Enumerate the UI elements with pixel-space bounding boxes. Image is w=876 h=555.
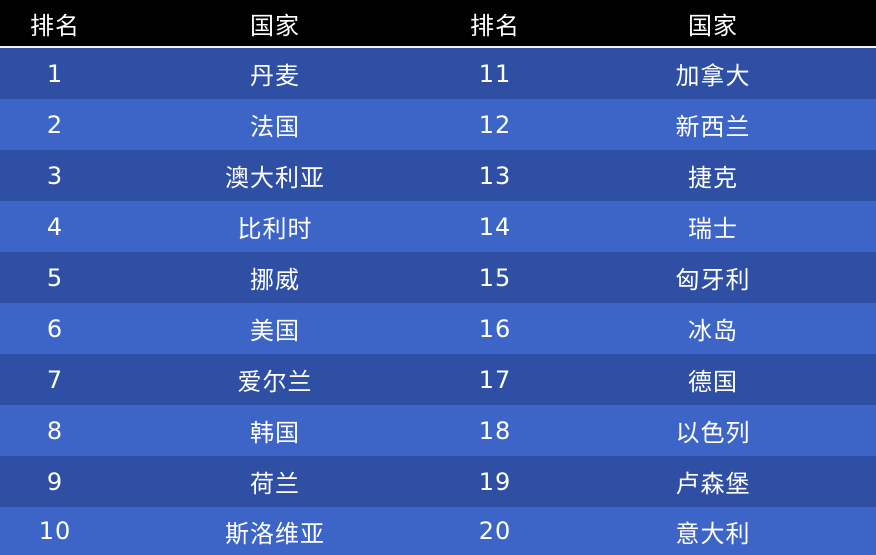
rank-left: 8 bbox=[46, 416, 64, 445]
rank-left: 2 bbox=[46, 110, 64, 139]
header-country-left: 国家 bbox=[250, 11, 300, 40]
table-row: 5 挪威 15 匈牙利 bbox=[0, 252, 876, 303]
country-right: 德国 bbox=[688, 368, 738, 396]
rank-left: 3 bbox=[46, 161, 64, 190]
table-row: 1 丹麦 11 加拿大 bbox=[0, 48, 876, 99]
rank-right: 18 bbox=[478, 416, 512, 445]
country-left: 法国 bbox=[250, 113, 300, 141]
country-right: 以色列 bbox=[675, 419, 751, 447]
country-left: 挪威 bbox=[250, 266, 300, 294]
country-right: 卢森堡 bbox=[675, 470, 751, 498]
country-right: 瑞士 bbox=[688, 215, 738, 243]
rank-left: 9 bbox=[46, 467, 64, 496]
table-row: 10 斯洛维亚 20 意大利 bbox=[0, 507, 876, 555]
table-row: 2 法国 12 新西兰 bbox=[0, 99, 876, 150]
ranking-table: 排名 国家 排名 国家 1 丹麦 11 加拿大 2 法国 12 新西兰 3 澳大… bbox=[0, 0, 876, 555]
rank-left: 6 bbox=[46, 314, 64, 343]
table-row: 9 荷兰 19 卢森堡 bbox=[0, 456, 876, 507]
table-row: 4 比利时 14 瑞士 bbox=[0, 201, 876, 252]
rank-right: 16 bbox=[478, 314, 512, 343]
table-header: 排名 国家 排名 国家 bbox=[0, 0, 876, 48]
rank-right: 14 bbox=[478, 212, 512, 241]
country-right: 匈牙利 bbox=[675, 266, 751, 294]
header-country-right: 国家 bbox=[688, 11, 738, 40]
table-row: 7 爱尔兰 17 德国 bbox=[0, 354, 876, 405]
rank-right: 13 bbox=[478, 161, 512, 190]
country-left: 斯洛维亚 bbox=[225, 519, 325, 548]
country-left: 比利时 bbox=[237, 215, 313, 243]
rank-right: 19 bbox=[478, 467, 512, 496]
country-right: 意大利 bbox=[675, 519, 751, 548]
table-row: 6 美国 16 冰岛 bbox=[0, 303, 876, 354]
country-right: 捷克 bbox=[688, 164, 738, 192]
country-left: 爱尔兰 bbox=[237, 368, 313, 396]
header-rank-left: 排名 bbox=[30, 11, 80, 40]
country-left: 韩国 bbox=[250, 419, 300, 447]
country-left: 荷兰 bbox=[250, 470, 300, 498]
country-right: 新西兰 bbox=[675, 113, 751, 141]
rank-left: 1 bbox=[46, 59, 64, 88]
rank-left: 10 bbox=[38, 517, 72, 545]
rank-right: 20 bbox=[478, 517, 512, 545]
rank-left: 7 bbox=[46, 365, 64, 394]
country-right: 加拿大 bbox=[675, 62, 751, 90]
table-row: 8 韩国 18 以色列 bbox=[0, 405, 876, 456]
country-left: 美国 bbox=[250, 317, 300, 345]
country-left: 澳大利亚 bbox=[225, 164, 325, 192]
table-row: 3 澳大利亚 13 捷克 bbox=[0, 150, 876, 201]
rank-left: 4 bbox=[46, 212, 64, 241]
rank-right: 17 bbox=[478, 365, 512, 394]
country-right: 冰岛 bbox=[688, 317, 738, 345]
rank-right: 11 bbox=[478, 59, 512, 88]
country-left: 丹麦 bbox=[250, 62, 300, 90]
rank-right: 15 bbox=[478, 263, 512, 292]
header-rank-right: 排名 bbox=[470, 11, 520, 40]
rank-right: 12 bbox=[478, 110, 512, 139]
rank-left: 5 bbox=[46, 263, 64, 292]
